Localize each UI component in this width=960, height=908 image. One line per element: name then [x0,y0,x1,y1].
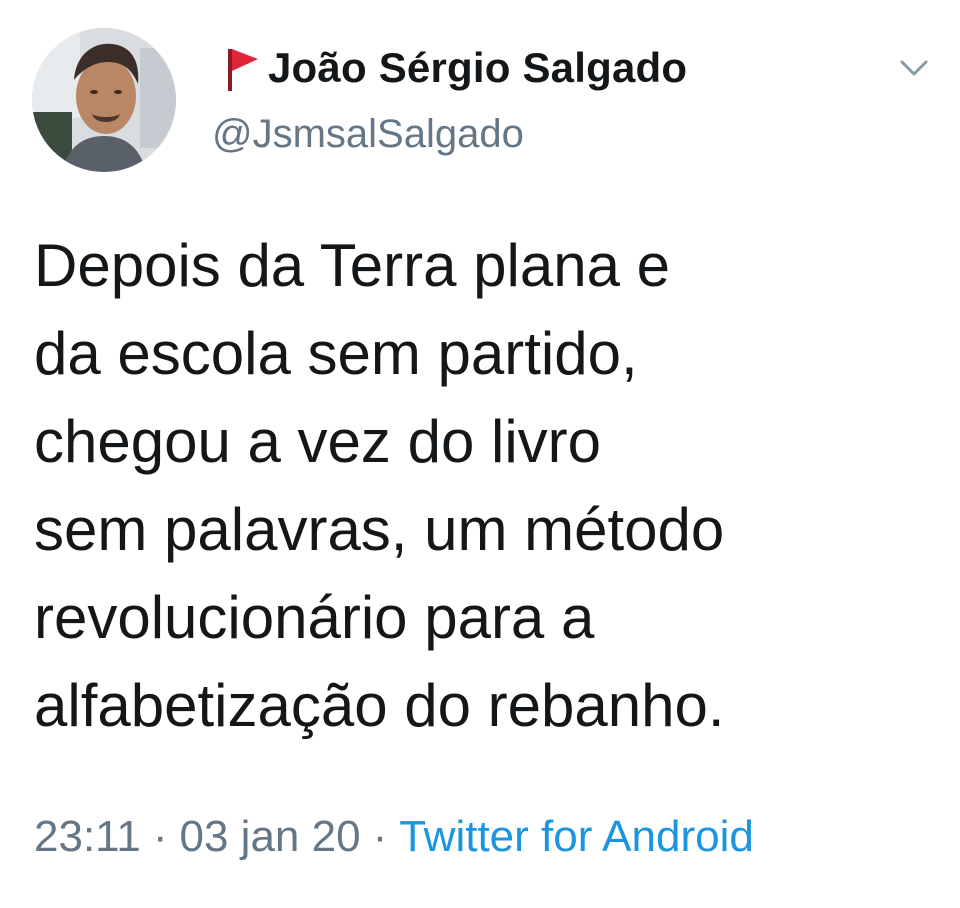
tweet-source-link[interactable]: Twitter for Android [399,812,754,862]
tweet-date[interactable]: 03 jan 20 [180,812,361,862]
tweet-metadata: 23:11 · 03 jan 20 · Twitter for Android [34,812,754,862]
red-flag-icon [228,49,258,91]
avatar[interactable] [32,28,176,172]
author-display-name[interactable]: João Sérgio Salgado [268,44,687,92]
tweet-text: Depois da Terra plana e da escola sem pa… [34,232,725,739]
avatar-photo [32,28,176,172]
tweet-time[interactable]: 23:11 [34,812,141,862]
author-row[interactable]: João Sérgio Salgado [218,40,687,96]
author-handle[interactable]: @JsmsalSalgado [212,112,524,157]
tweet-card: João Sérgio Salgado @JsmsalSalgado Depoi… [0,0,960,908]
chevron-down-icon[interactable] [896,52,932,82]
separator-dot: · [152,812,168,861]
separator-dot: · [372,812,388,861]
